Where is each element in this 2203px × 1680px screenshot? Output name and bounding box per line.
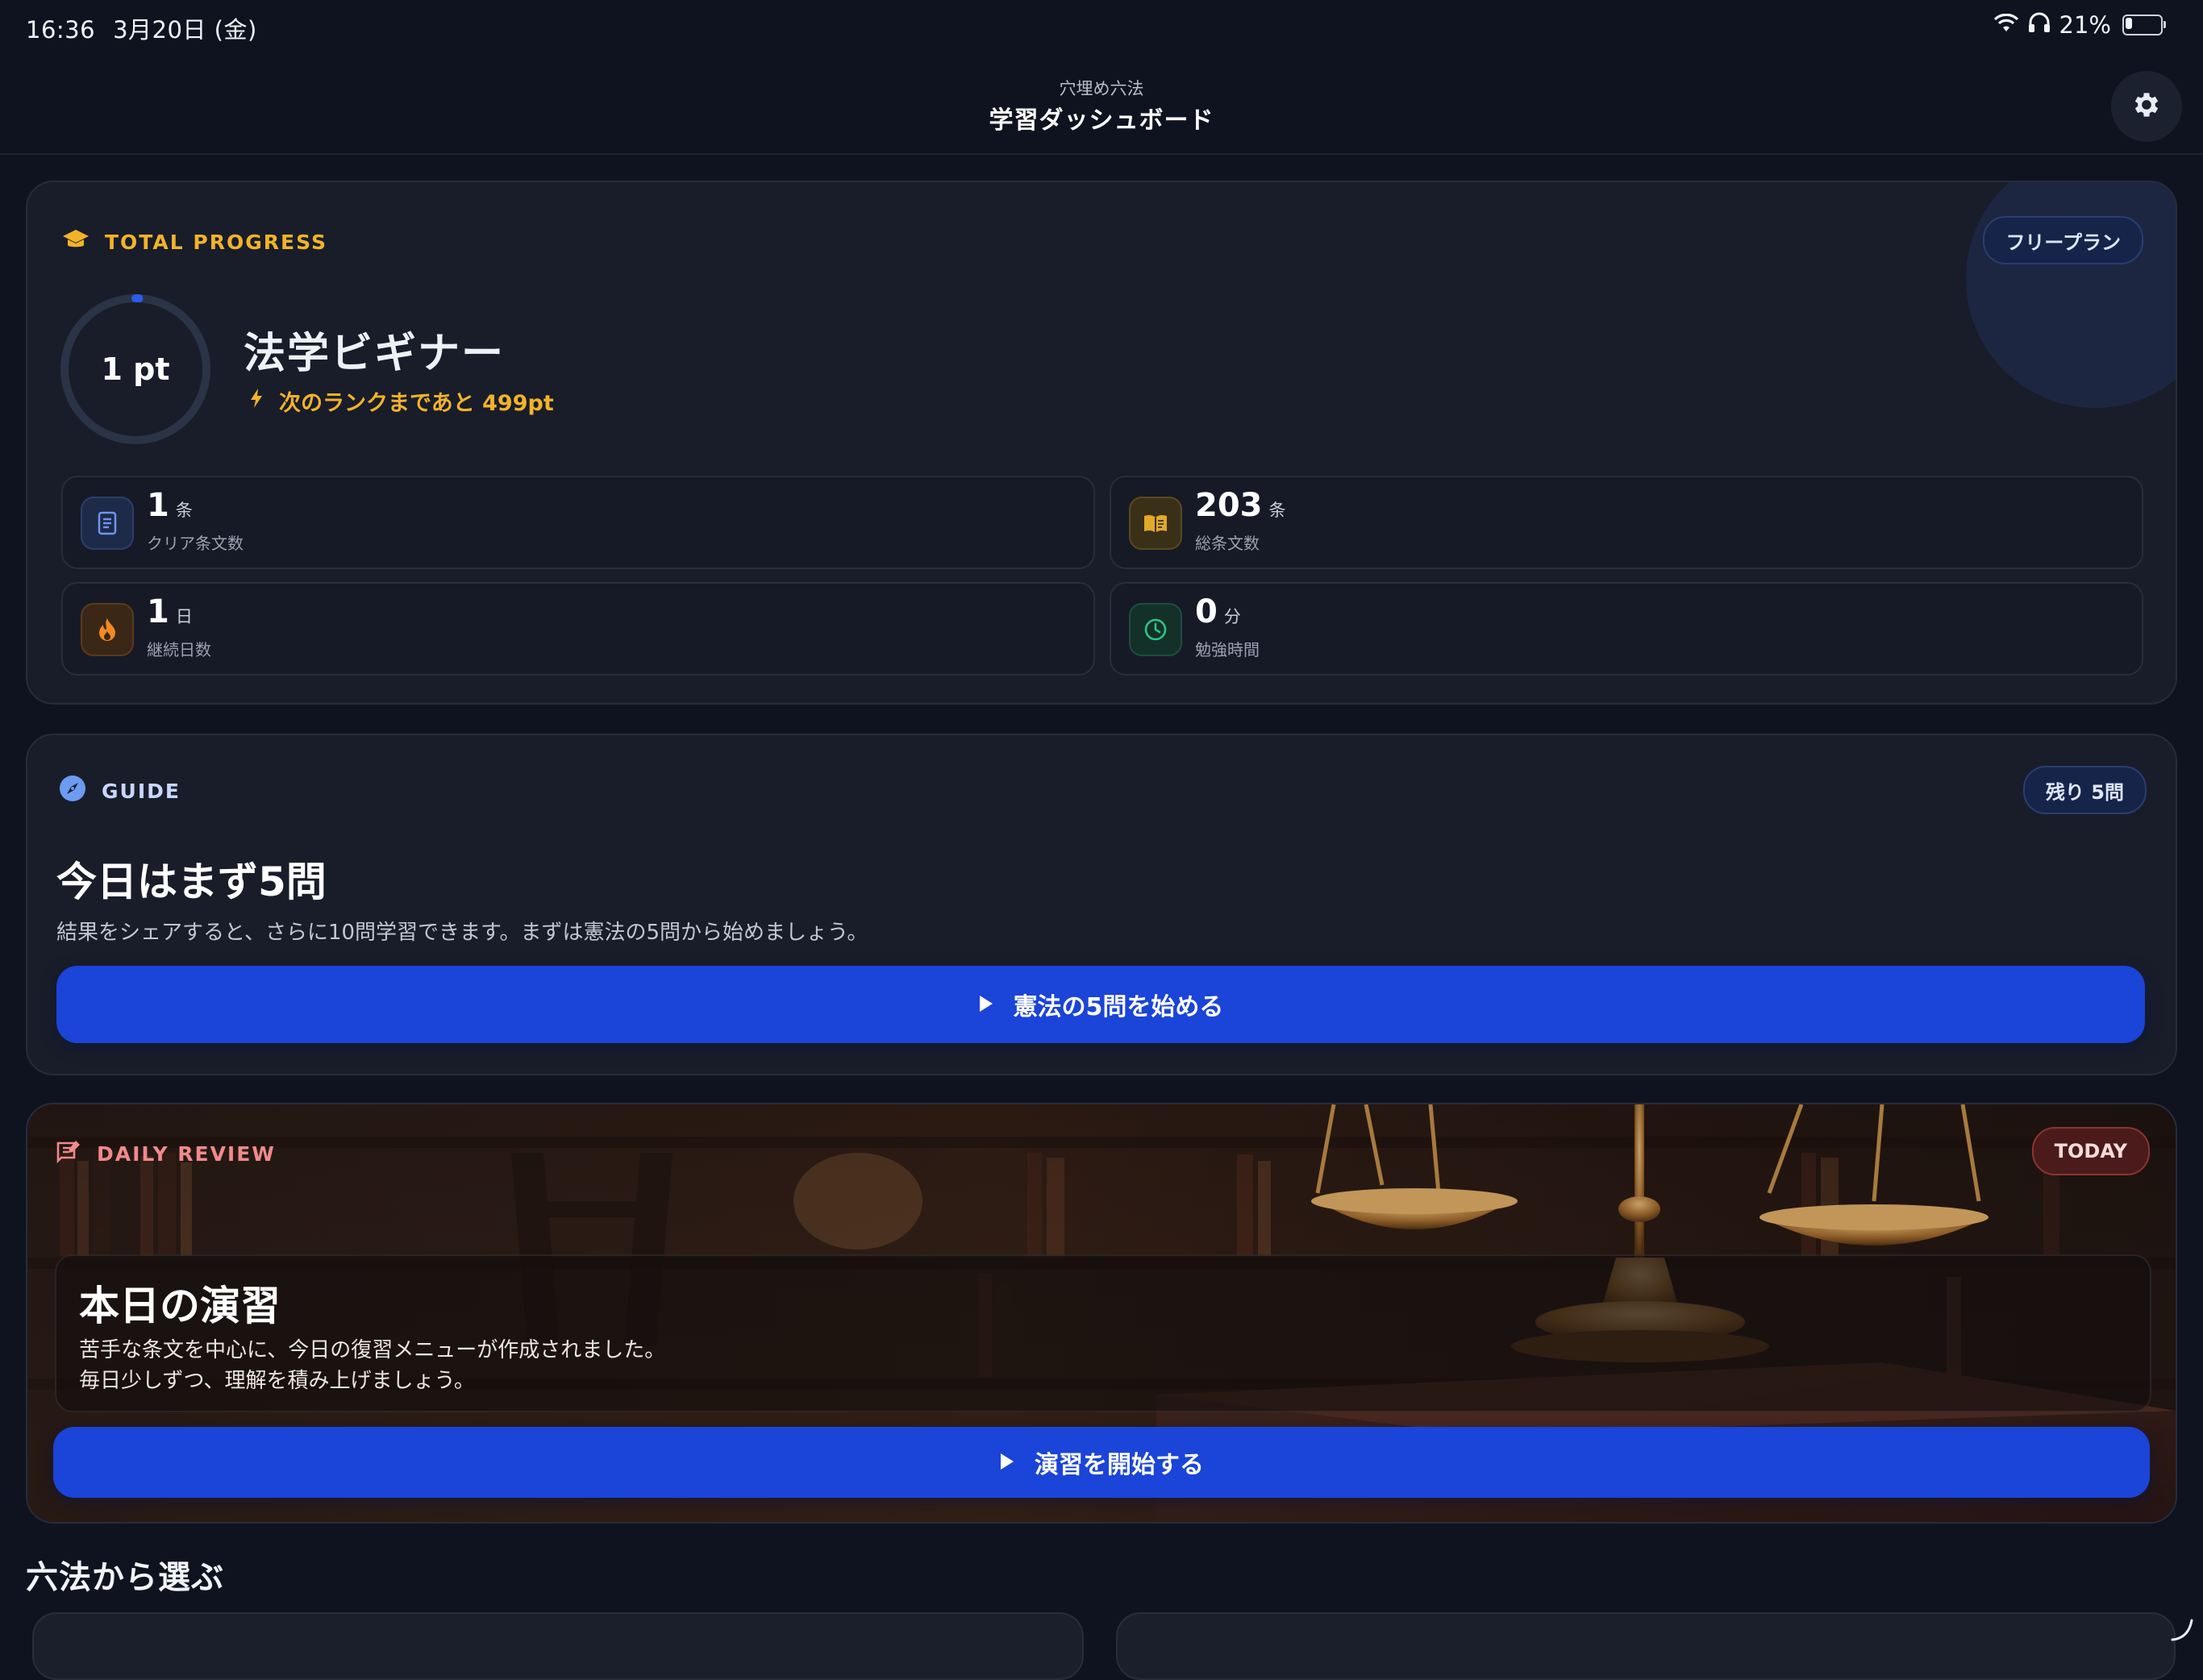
start-constitution-button[interactable]: 憲法の5問を始める [56,966,2145,1043]
stat-value: 1日 [147,593,193,630]
guide-card: GUIDE 残り 5問 今日はまず5問 結果をシェアすると、さらに10問学習でき… [26,734,2177,1075]
stat-label: クリア条文数 [147,534,244,553]
status-time: 16:36 [26,16,96,44]
browse-section-title: 六法から選ぶ [26,1559,224,1596]
page-title: 学習ダッシュボード [989,106,1214,135]
plan-badge: フリープラン [1983,216,2143,264]
settings-button[interactable] [2111,71,2182,142]
clock-icon [1129,603,1182,656]
stat-label: 勉強時間 [1195,640,1260,659]
next-rank-text: 次のランクまであと 499pt [279,391,554,416]
headphones-icon [2027,11,2051,39]
total-progress-label: TOTAL PROGRESS [105,230,327,254]
status-date: 3月20日 (金) [113,16,257,44]
daily-review-card: DAILY REVIEW TODAY 本日の演習 苦手な条文を中心に、今日の復習… [26,1103,2177,1524]
stat-streak-days: 1日 継続日数 [61,582,1095,676]
total-progress-card: TOTAL PROGRESS フリープラン 1 pt 法学ビギナー 次のランクま… [26,181,2177,705]
stat-number: 1 [147,487,169,524]
battery-percent: 21% [2059,11,2111,39]
daily-description-line1: 苦手な条文を中心に、今日の復習メニューが作成されました。 [79,1338,666,1362]
points-value: 1 pt [101,351,170,387]
stat-unit: 条 [175,501,193,520]
lightning-icon [250,388,263,414]
stat-unit: 日 [175,607,193,626]
stat-value: 203 条 [1195,487,1286,524]
law-card-peek[interactable] [1116,1612,2176,1680]
app-subtitle: 穴埋め六法 [1059,79,1144,98]
stat-label: 継続日数 [147,640,211,659]
total-progress-header: TOTAL PROGRESS [61,227,327,256]
document-icon [81,497,134,550]
daily-description-line2: 毎日少しずつ、理解を積み上げましょう。 [79,1369,475,1393]
remaining-badge: 残り 5問 [2022,766,2147,814]
status-bar: 16:36 3月20日 (金) 21% [0,0,2203,52]
guide-title: 今日はまず5問 [56,859,327,905]
law-card-peek[interactable] [32,1612,1084,1680]
daily-review-panel: 本日の演習 苦手な条文を中心に、今日の復習メニューが作成されました。 毎日少しず… [55,1254,2151,1412]
play-icon [999,1449,1015,1477]
start-practice-button[interactable]: 演習を開始する [53,1427,2150,1498]
start-practice-label: 演習を開始する [1035,1451,1204,1479]
status-bar-indicators: 21% [1993,11,2166,39]
book-icon [1129,497,1182,550]
daily-review-description: 苦手な条文を中心に、今日の復習メニューが作成されました。 毎日少しずつ、理解を積… [79,1335,665,1396]
stat-label: 総条文数 [1195,534,1260,553]
guide-label: GUIDE [102,779,181,803]
stat-unit: 分 [1223,607,1241,626]
compass-icon [58,774,87,808]
remaining-badge-label: 残り 5問 [2045,780,2124,804]
rank-title: 法学ビギナー [244,330,506,378]
stat-number: 0 [1195,593,1218,630]
start-constitution-label: 憲法の5問を始める [1013,993,1224,1021]
stat-value: 0分 [1195,593,1241,630]
gear-icon [2130,89,2163,124]
graduation-cap-icon [61,227,90,256]
stat-total-articles: 203 条 総条文数 [1110,476,2143,569]
stat-value: 1条 [147,487,193,524]
guide-header: GUIDE [58,774,181,808]
app-header: 穴埋め六法 学習ダッシュボード [0,52,2203,155]
stat-number: 1 [147,593,169,630]
today-badge: TODAY [2031,1127,2150,1175]
daily-review-header: DAILY REVIEW [55,1138,276,1169]
today-badge-label: TODAY [2054,1140,2127,1162]
stat-study-time: 0分 勉強時間 [1110,582,2143,676]
guide-description: 結果をシェアすると、さらに10問学習できます。まずは憲法の5問から始めましょう。 [56,921,868,945]
next-rank-info: 次のランクまであと 499pt [250,385,554,417]
decorative-glow [1966,182,2176,408]
wifi-icon [1993,11,2019,39]
stat-unit: 条 [1268,501,1286,520]
play-icon [978,991,994,1019]
resize-handle-icon [2168,1616,2195,1646]
daily-review-label: DAILY REVIEW [97,1141,276,1166]
stat-number: 203 [1195,487,1263,524]
status-bar-datetime: 16:36 3月20日 (金) [26,11,275,45]
stat-cleared-articles: 1条 クリア条文数 [61,476,1095,569]
daily-review-title: 本日の演習 [79,1283,281,1329]
battery-level [2126,18,2132,29]
review-icon [55,1138,82,1169]
flame-icon [81,603,134,656]
plan-badge-label: フリープラン [2005,231,2121,254]
battery-icon [2122,15,2166,35]
